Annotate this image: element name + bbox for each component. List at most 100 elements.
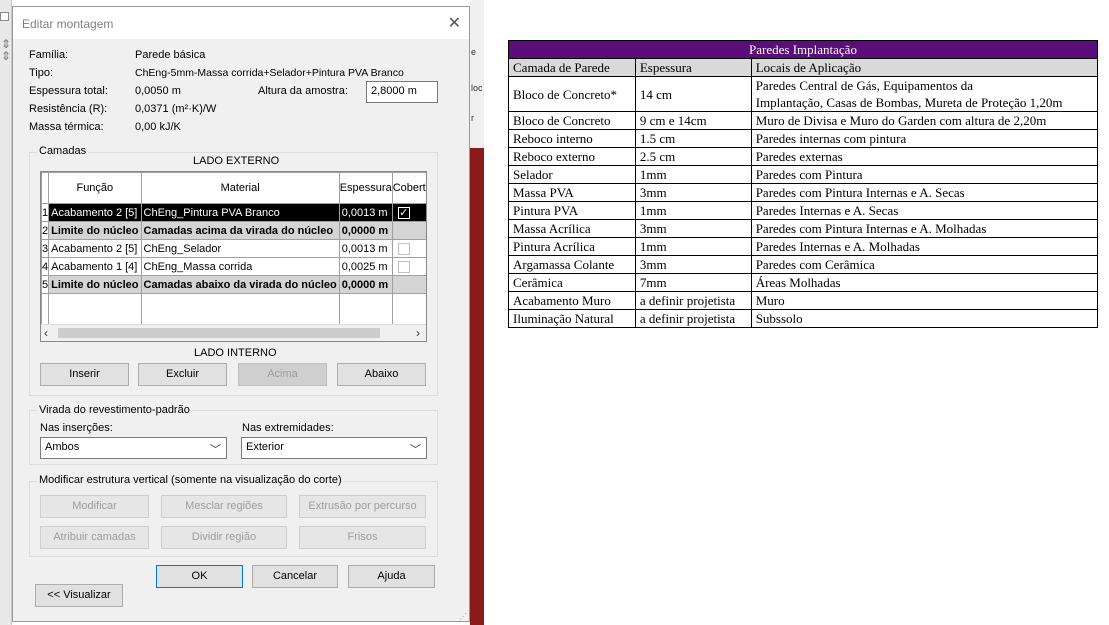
cancelar-button[interactable]: Cancelar [252,565,338,588]
spec-locais-cell: Paredes com Pintura Internas e A. Secas [750,183,1099,202]
excluir-button[interactable]: Excluir [138,363,227,386]
funcao-cell[interactable]: Acabamento 2 [5] [48,203,142,222]
spec-row: Reboco interno 1.5 cm Paredes internas c… [508,129,1099,148]
cobertura-cell[interactable] [391,275,426,294]
espessura-column-header[interactable]: Espessura [338,172,393,204]
material-cell[interactable]: Camadas acima da virada do núcleo [140,221,340,240]
material-cell[interactable]: Camadas abaixo da virada do núcleo [140,275,340,294]
mesclar-regioes-button[interactable]: Mesclar regiões [161,495,287,518]
extremidades-select[interactable]: Exterior ﹀ [241,437,427,459]
spec-row: Bloco de Concreto 9 cm e 14cm Muro de Di… [508,111,1099,130]
table-row[interactable]: 3 Acabamento 2 [5] ChEng_Selador 0,0013 … [41,239,426,258]
resistencia-label: Resistência (R): [29,103,108,115]
layers-grid[interactable]: Função Material Espessura Cobertura 1 Ac… [40,171,427,342]
visualizar-button[interactable]: << Visualizar [35,584,123,607]
spec-locais-cell: Subssolo [750,309,1099,328]
funcao-column-header[interactable]: Função [48,172,142,204]
spec-camada-cell: Selador [508,165,636,184]
material-column-header[interactable]: Material [140,172,340,204]
insercoes-label: Nas inserções: [40,422,113,434]
abaixo-button[interactable]: Abaixo [337,363,426,386]
spec-row: Cerâmica 7mm Áreas Molhadas [508,273,1099,292]
row-number[interactable]: 5 [41,275,50,294]
spec-camada-cell: Massa PVA [508,183,636,202]
background-app-strip: ⇕ ⇕ [0,0,12,625]
row-number[interactable]: 2 [41,221,50,240]
spec-espessura-cell: 1mm [634,201,752,220]
material-cell[interactable]: ChEng_Massa corrida [140,257,340,276]
horizontal-scrollbar[interactable]: ‹ › [41,324,426,341]
ok-button[interactable]: OK [156,565,243,588]
row-number[interactable]: 3 [41,239,50,258]
extrusao-percurso-button[interactable]: Extrusão por percurso [299,495,426,518]
spec-row: Massa Acrílica 3mm Paredes com Pintura I… [508,219,1099,238]
espessura-cell[interactable]: 0,0000 m [338,275,393,294]
cobertura-cell[interactable] [391,257,426,276]
interior-side-label: LADO INTERNO [194,347,277,359]
scroll-left-icon[interactable]: ‹ [44,326,48,340]
espessura-total-label: Espessura total: [29,85,108,97]
cobertura-cell[interactable] [391,239,426,258]
espessura-cell[interactable]: 0,0025 m [338,257,393,276]
espessura-cell[interactable]: 0,0000 m [338,221,393,240]
cobertura-checkbox[interactable] [397,242,410,255]
spec-camada-cell: Cerâmica [508,273,636,292]
resize-grip-icon[interactable]: ⋰ [459,613,467,621]
spec-row: Pintura Acrílica 1mm Paredes Internas e … [508,237,1099,256]
ajuda-button[interactable]: Ajuda [348,565,435,588]
extremidades-value: Exterior [246,441,284,453]
funcao-cell[interactable]: Limite do núcleo [48,221,142,240]
scrollbar-thumb[interactable] [58,328,380,338]
familia-value: Parede básica [135,49,206,61]
table-row[interactable]: 5 Limite do núcleo Camadas abaixo da vir… [41,275,426,294]
table-row[interactable]: 4 Acabamento 1 [4] ChEng_Massa corrida 0… [41,257,426,276]
altura-amostra-label: Altura da amostra: [258,85,348,97]
atribuir-camadas-button[interactable]: Atribuir camadas [40,526,149,549]
background-arrows-icon: ⇕ ⇕ [1,37,12,63]
material-cell[interactable]: ChEng_Selador [140,239,340,258]
empty-row [41,293,426,325]
espessura-cell[interactable]: 0,0013 m [338,239,393,258]
cobertura-checkbox[interactable] [397,260,410,273]
row-number[interactable]: 4 [41,257,50,276]
close-icon[interactable]: ✕ [448,13,461,33]
modificar-button[interactable]: Modificar [40,495,149,518]
scroll-right-icon[interactable]: › [416,326,420,340]
dialog-title: Editar montagem [22,17,114,31]
cobertura-column-header[interactable]: Cobertura [391,172,426,204]
spec-row: Acabamento Muro a definir projetista Mur… [508,291,1099,310]
spec-row: Selador 1mm Paredes com Pintura [508,165,1099,184]
funcao-cell[interactable]: Acabamento 1 [4] [48,257,142,276]
funcao-cell[interactable]: Acabamento 2 [5] [48,239,142,258]
cobertura-cell[interactable] [391,221,426,240]
inserir-button[interactable]: Inserir [40,363,129,386]
spec-locais-cell: Paredes Central de Gás, Equipamentos da I… [750,76,1099,112]
spec-camada-cell: Argamassa Colante [508,255,636,274]
insercoes-value: Ambos [45,441,80,453]
spec-locais-cell: Paredes com Pintura [750,165,1099,184]
funcao-cell[interactable]: Limite do núcleo [48,275,142,294]
spec-row: Pintura PVA 1mm Paredes Internas e A. Se… [508,201,1099,220]
spec-row: Reboco externo 2.5 cm Paredes externas [508,147,1099,166]
material-cell[interactable]: ChEng_Pintura PVA Branco [140,203,340,222]
acima-button[interactable]: Acima [238,363,327,386]
spec-camada-cell: Bloco de Concreto* [508,76,636,112]
spec-camada-cell: Bloco de Concreto [508,111,636,130]
spec-camada-cell: Reboco interno [508,129,636,148]
frisos-button[interactable]: Frisos [299,526,426,549]
altura-amostra-input[interactable]: 2,8000 m [366,81,438,103]
espessura-cell[interactable]: 0,0013 m [338,203,393,222]
dividir-regiao-button[interactable]: Dividir região [161,526,287,549]
row-number[interactable]: 1 [41,203,50,222]
tipo-value: ChEng-5mm-Massa corrida+Selador+Pintura … [135,67,404,79]
background-checkbox[interactable] [0,12,9,21]
spec-row: Bloco de Concreto* 14 cm Paredes Central… [508,76,1099,112]
table-row[interactable]: 1 Acabamento 2 [5] ChEng_Pintura PVA Bra… [41,203,426,222]
spec-header-cell: Locais de Aplicação [750,58,1099,77]
familia-label: Família: [29,49,69,61]
table-row[interactable]: 2 Limite do núcleo Camadas acima da vira… [41,221,426,240]
cobertura-cell[interactable]: ✓ [391,203,426,222]
spec-espessura-cell: 7mm [634,273,752,292]
cobertura-checkbox[interactable]: ✓ [397,206,410,219]
insercoes-select[interactable]: Ambos ﹀ [40,437,227,459]
